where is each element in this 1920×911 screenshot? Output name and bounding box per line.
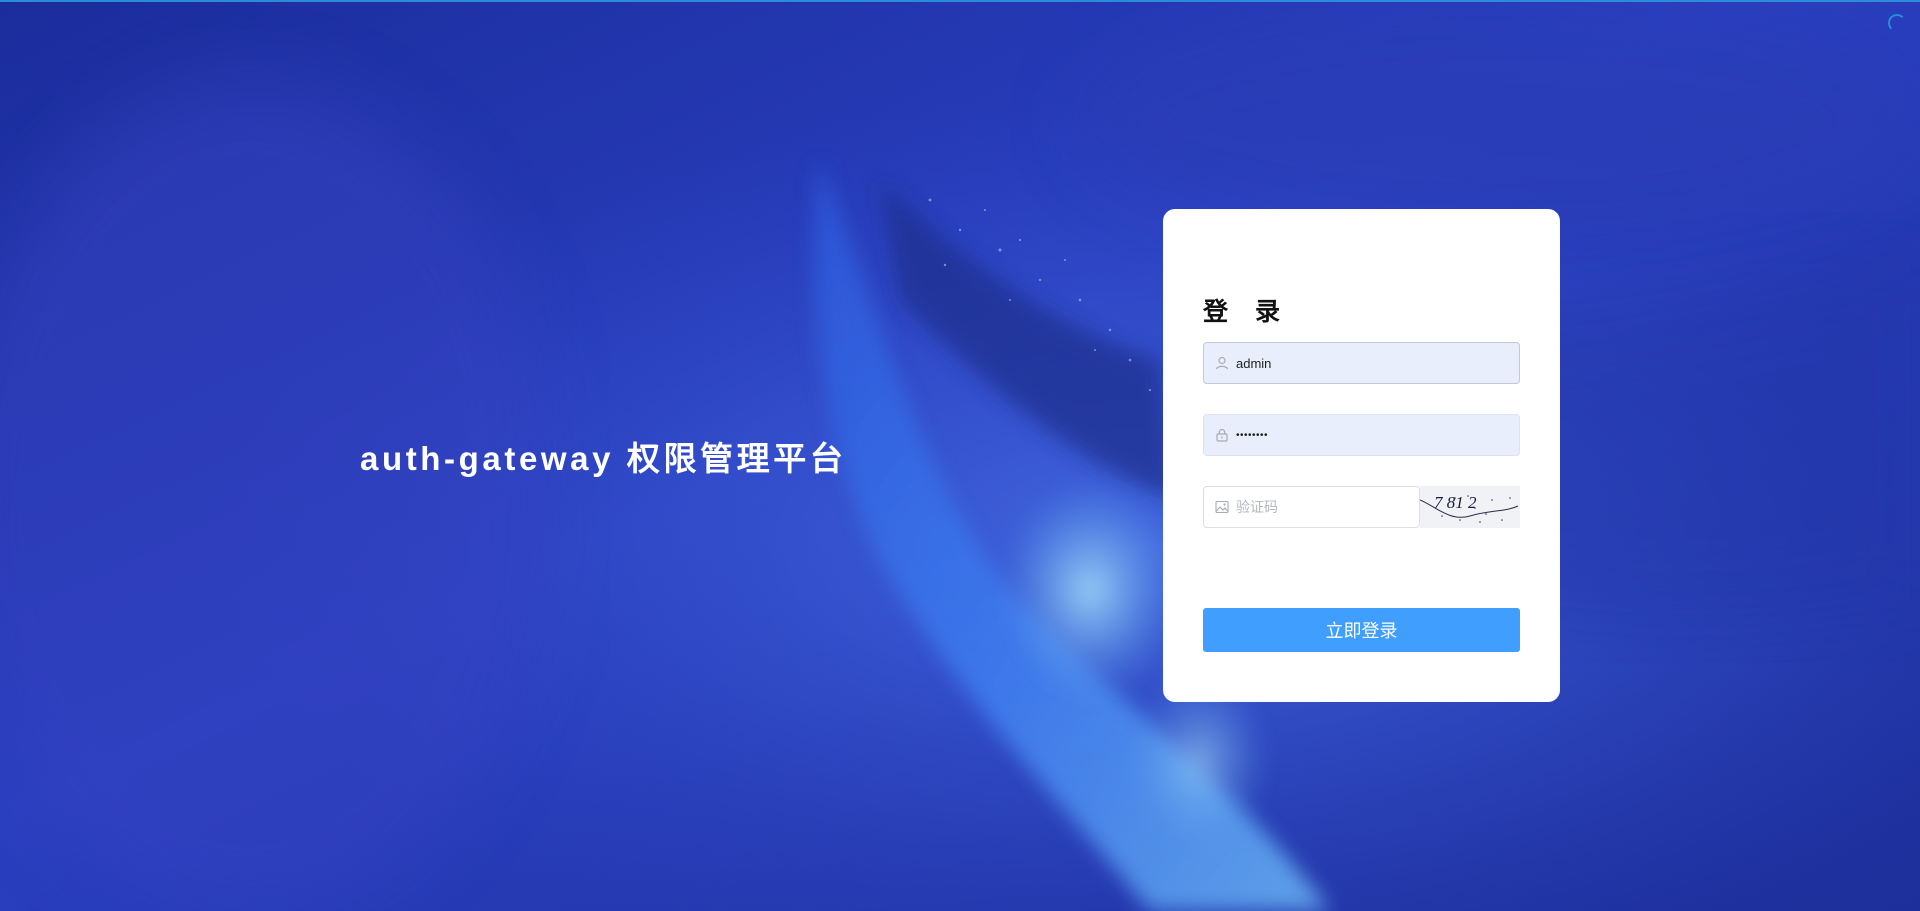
captcha-image-text: 7 81 2: [1434, 493, 1477, 512]
loading-progress-bar: [0, 0, 1920, 2]
login-submit-button[interactable]: 立即登录: [1203, 608, 1520, 652]
platform-title: auth-gateway 权限管理平台: [360, 440, 847, 477]
captcha-image[interactable]: 7 81 2: [1419, 486, 1520, 528]
password-field[interactable]: ••••••••: [1203, 414, 1520, 456]
username-value: admin: [1236, 355, 1272, 371]
loading-spinner-icon: [1888, 14, 1906, 32]
captcha-input[interactable]: [1236, 499, 1406, 515]
login-card: 登 录 admin •••••••• 验证码 7 81 2 立即登录: [1163, 209, 1560, 702]
captcha-field[interactable]: [1203, 486, 1420, 528]
username-field[interactable]: admin: [1203, 342, 1520, 384]
login-page: auth-gateway 权限管理平台 登 录 admin •••••••• 验…: [0, 0, 1920, 911]
background-image: [0, 0, 1920, 911]
user-icon: [1214, 355, 1230, 371]
login-title: 登 录: [1203, 298, 1290, 326]
password-value: ••••••••: [1236, 429, 1269, 441]
lock-icon: [1214, 427, 1230, 443]
image-icon: [1214, 499, 1230, 515]
